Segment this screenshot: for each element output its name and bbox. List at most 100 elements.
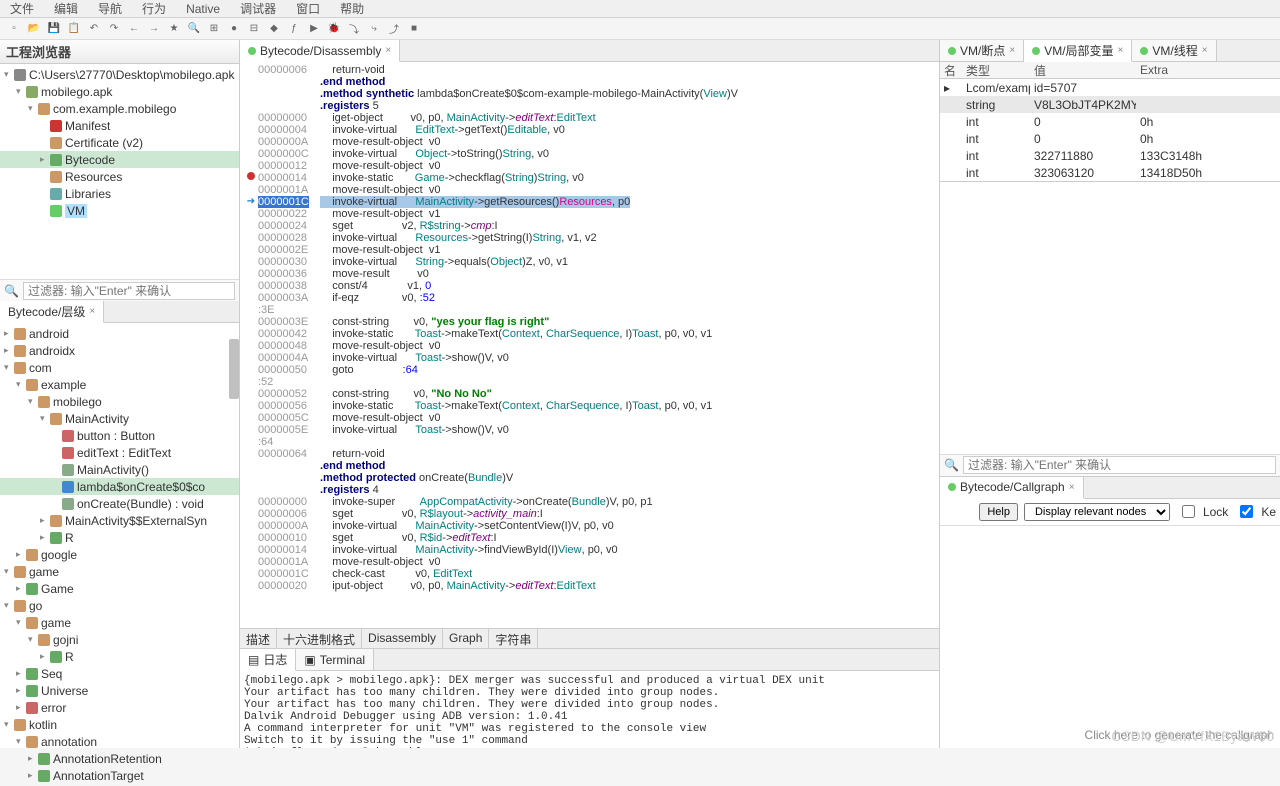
menu-窗口[interactable]: 窗口	[286, 0, 330, 17]
menu-帮助[interactable]: 帮助	[330, 0, 374, 17]
tree-icon[interactable]: ⊟	[246, 20, 262, 36]
hier-item[interactable]: ▾MainActivity	[0, 410, 239, 427]
field-icon[interactable]: ◆	[266, 20, 282, 36]
tree-item[interactable]: Certificate (v2)	[0, 134, 239, 151]
hier-item[interactable]: onCreate(Bundle) : void	[0, 495, 239, 512]
debug-icon[interactable]: 🐞	[326, 20, 342, 36]
hier-item[interactable]: ▸Universe	[0, 682, 239, 699]
twisty-icon[interactable]: ▾	[28, 634, 38, 645]
step-into-icon[interactable]: ⤷	[366, 20, 382, 36]
twisty-icon[interactable]: ▾	[16, 736, 26, 747]
rtab[interactable]: VM/局部变量×	[1024, 40, 1132, 62]
hier-item[interactable]: ▸Game	[0, 580, 239, 597]
right-filter-input[interactable]	[963, 456, 1276, 474]
tree-item[interactable]: ▾C:\Users\27770\Desktop\mobilego.apk	[0, 66, 239, 83]
btab-十六进制格式[interactable]: 十六进制格式	[277, 629, 362, 648]
hier-item[interactable]: ▸Seq	[0, 665, 239, 682]
zoom-icon[interactable]: 🔍	[186, 20, 202, 36]
hier-item[interactable]: ▾example	[0, 376, 239, 393]
nav-back-icon[interactable]: ←	[126, 20, 142, 36]
hier-item[interactable]: lambda$onCreate$0$co	[0, 478, 239, 495]
var-row[interactable]: ▸Lcom/exampid=5707	[940, 79, 1280, 96]
tab-disassembly[interactable]: Bytecode/Disassembly ×	[240, 40, 400, 62]
menu-调试器[interactable]: 调试器	[230, 0, 286, 17]
hier-item[interactable]: ▸R	[0, 648, 239, 665]
callgraph-canvas[interactable]: Click here to generate the callgraph	[940, 526, 1280, 749]
twisty-icon[interactable]: ▸	[16, 702, 26, 713]
hier-item[interactable]: ▸androidx	[0, 342, 239, 359]
hier-item[interactable]: ▾game	[0, 614, 239, 631]
var-row[interactable]: int322711880133C3148h	[940, 147, 1280, 164]
btab-Disassembly[interactable]: Disassembly	[362, 629, 443, 648]
twisty-icon[interactable]: ▾	[28, 396, 38, 407]
save-icon[interactable]: 💾	[46, 20, 62, 36]
help-button[interactable]: Help	[979, 503, 1018, 521]
twisty-icon[interactable]: ▾	[4, 600, 14, 611]
twisty-icon[interactable]: ▾	[4, 566, 14, 577]
var-row[interactable]: int32306312013418D50h	[940, 164, 1280, 181]
hier-item[interactable]: ▸android	[0, 325, 239, 342]
tab-log[interactable]: ▤ 日志	[240, 649, 296, 671]
open-icon[interactable]: 📂	[26, 20, 42, 36]
close-icon[interactable]: ×	[1069, 482, 1075, 493]
twisty-icon[interactable]: ▾	[4, 69, 14, 80]
twisty-icon[interactable]: ▸	[16, 583, 26, 594]
code-editor[interactable]: 00000006 return-void.end method.method s…	[240, 62, 939, 628]
close-icon[interactable]: ×	[1009, 45, 1015, 56]
hier-item[interactable]: ▾go	[0, 597, 239, 614]
step-over-icon[interactable]: ⤵	[346, 20, 362, 36]
project-tree[interactable]: ▾C:\Users\27770\Desktop\mobilego.apk▾mob…	[0, 64, 239, 279]
stop-icon[interactable]: ■	[406, 20, 422, 36]
hier-item[interactable]: ▾com	[0, 359, 239, 376]
twisty-icon[interactable]: ▸	[16, 685, 26, 696]
display-select[interactable]: Display relevant nodes	[1024, 503, 1170, 521]
twisty-icon[interactable]: ▸	[4, 328, 14, 339]
twisty-icon[interactable]: ▾	[16, 379, 26, 390]
redo-icon[interactable]: ↷	[106, 20, 122, 36]
rtab[interactable]: VM/线程×	[1132, 40, 1216, 61]
hier-item[interactable]: button : Button	[0, 427, 239, 444]
twisty-icon[interactable]: ▸	[16, 668, 26, 679]
hier-item[interactable]: ▾game	[0, 563, 239, 580]
run-icon[interactable]: ▶	[306, 20, 322, 36]
struct-icon[interactable]: ⊞	[206, 20, 222, 36]
twisty-icon[interactable]: ▸	[40, 515, 50, 526]
hier-item[interactable]: ▸google	[0, 546, 239, 563]
hier-item[interactable]: ▾kotlin	[0, 716, 239, 733]
tree-item[interactable]: Libraries	[0, 185, 239, 202]
hier-item[interactable]: ▾annotation	[0, 733, 239, 750]
tab-callgraph[interactable]: Bytecode/Callgraph ×	[940, 477, 1084, 499]
menu-文件[interactable]: 文件	[0, 0, 44, 17]
var-row[interactable]: stringV8L3ObJT4PK2MY.	[940, 96, 1280, 113]
twisty-icon[interactable]: ▾	[40, 413, 50, 424]
scrollbar-thumb[interactable]	[229, 339, 239, 399]
tree-item[interactable]: ▸Bytecode	[0, 151, 239, 168]
twisty-icon[interactable]: ▸	[40, 651, 50, 662]
tree-item[interactable]: Manifest	[0, 117, 239, 134]
tree-item[interactable]: ▾mobilego.apk	[0, 83, 239, 100]
twisty-icon[interactable]: ▸	[40, 154, 50, 165]
hier-item[interactable]: ▸AnnotationRetention	[0, 750, 239, 767]
undo-icon[interactable]: ↶	[86, 20, 102, 36]
var-row[interactable]: int00h	[940, 130, 1280, 147]
twisty-icon[interactable]: ▸	[28, 770, 38, 781]
twisty-icon[interactable]: ▸	[28, 753, 38, 764]
twisty-icon[interactable]: ▾	[4, 719, 14, 730]
copy-icon[interactable]: 📋	[66, 20, 82, 36]
new-icon[interactable]: ▫	[6, 20, 22, 36]
hier-item[interactable]: editText : EditText	[0, 444, 239, 461]
btab-Graph[interactable]: Graph	[443, 629, 489, 648]
tab-bytecode-hier[interactable]: Bytecode/层级 ×	[0, 301, 104, 323]
method-icon[interactable]: ƒ	[286, 20, 302, 36]
close-icon[interactable]: ×	[1118, 45, 1124, 56]
tab-terminal[interactable]: ▣ Terminal	[296, 649, 374, 670]
hier-item[interactable]: ▸MainActivity$$ExternalSyn	[0, 512, 239, 529]
step-out-icon[interactable]: ⤴	[386, 20, 402, 36]
filter-input[interactable]	[23, 282, 235, 300]
hier-item[interactable]: MainActivity()	[0, 461, 239, 478]
nav-fwd-icon[interactable]: →	[146, 20, 162, 36]
hier-item[interactable]: ▾gojni	[0, 631, 239, 648]
tree-item[interactable]: Resources	[0, 168, 239, 185]
hier-item[interactable]: ▸R	[0, 529, 239, 546]
menu-行为[interactable]: 行为	[132, 0, 176, 17]
